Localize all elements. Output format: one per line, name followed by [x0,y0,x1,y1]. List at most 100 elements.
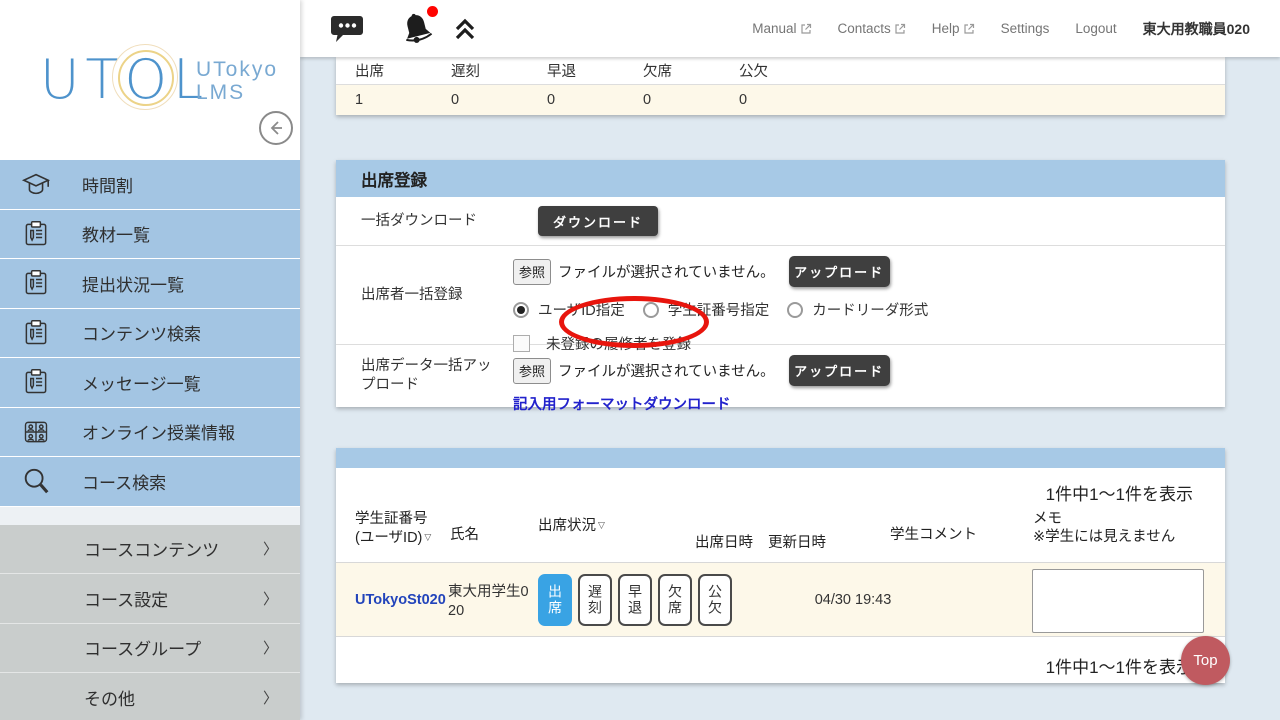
bell-icon[interactable] [398,5,438,48]
radio-button-icon[interactable] [642,301,659,318]
student-id-header-line2: (ユーザID) [355,530,423,546]
status-button-absent[interactable]: 欠席 [658,574,692,626]
contacts-link[interactable]: Contacts [838,21,906,36]
summary-value-present: 1 [355,92,364,108]
clipboard-icon [20,366,52,398]
external-link-icon [963,23,975,35]
attendance-data-upload-row: 出席データ一括アップロード 参照 ファイルが選択されていません。 アップロード … [336,345,1225,413]
sidebar-item-others[interactable]: その他 〉 [0,673,300,720]
clipboard-icon [20,317,52,349]
sidebar-item-course-search[interactable]: コース検索 [0,457,300,507]
logout-link[interactable]: Logout [1075,21,1116,36]
contacts-link-label: Contacts [837,21,891,36]
file-status-text: ファイルが選択されていません。 [558,265,775,281]
summary-header-present: 出席 [355,64,384,80]
sidebar-collapse-button[interactable] [259,111,293,145]
logo-subtitle-line2: LMS [196,81,246,104]
summary-value-absent: 0 [643,92,652,108]
sidebar-sub-nav: コースコンテンツ 〉 コース設定 〉 コースグループ 〉 その他 〉 [0,524,300,720]
external-link-icon [800,23,812,35]
student-id-link[interactable]: UTokyoSt020 [355,592,446,608]
chat-icon[interactable] [330,13,364,45]
format-download-link[interactable]: 記入用フォーマットダウンロード [513,393,731,414]
column-header-attended-at: 出席日時 [695,535,753,551]
bulk-download-label: 一括ダウンロード [361,212,477,229]
column-header-status[interactable]: 出席状況 ▽ [538,516,605,535]
file-status-text: ファイルが選択されていません。 [558,364,775,380]
attendance-summary-table: 出席 遅刻 早退 欠席 公欠 1 0 0 0 0 [336,57,1225,115]
sidebar-item-label: 時間割 [82,176,133,196]
sidebar-item-online-class-info[interactable]: オンライン授業情報 [0,407,300,457]
chevron-right-icon: 〉 [262,689,278,707]
logo-subtitle: UTokyo LMS [196,58,278,104]
sidebar-item-materials[interactable]: 教材一覧 [0,209,300,259]
manual-link[interactable]: Manual [752,21,811,36]
logo-subtitle-line1: UTokyo [196,58,279,81]
browse-button[interactable]: 参照 [513,258,551,285]
status-button-present[interactable]: 出席 [538,574,572,626]
status-header-label: 出席状況 [538,518,596,534]
manual-link-label: Manual [752,21,797,36]
radio-user-id[interactable]: ユーザID指定 [513,299,625,320]
sidebar-item-label: その他 [84,689,135,709]
memo-input[interactable] [1032,569,1204,633]
scroll-to-top-button[interactable]: Top [1181,636,1230,685]
memo-header-line2: ※学生には見えません [1033,529,1176,545]
chevron-right-icon: 〉 [262,590,278,608]
attendance-registration-section: 出席登録 一括ダウンロード ダウンロード 出席者一括登録 参照 ファイルが選択さ… [336,160,1225,413]
radio-button-icon[interactable] [513,301,529,318]
help-link[interactable]: Help [932,21,975,36]
logo-area: UTOL UTokyo LMS [0,0,300,160]
radio-card-reader[interactable]: カードリーダ形式 [787,299,928,320]
bulk-download-row: 一括ダウンロード ダウンロード [336,197,1225,246]
column-header-updated-at: 更新日時 [768,535,826,551]
sidebar-item-label: メッセージ一覧 [82,374,201,394]
sidebar-item-label: コースコンテンツ [84,541,220,561]
status-button-group: 出席 遅刻 早退 欠席 公欠 [538,574,732,626]
browse-button[interactable]: 参照 [513,357,551,384]
sidebar-item-course-settings[interactable]: コース設定 〉 [0,574,300,624]
current-user-name[interactable]: 東大用教職員020 [1143,19,1250,39]
section-title: 出席登録 [336,160,1225,197]
upload-button[interactable]: アップロード [788,256,890,287]
sidebar-item-timetable[interactable]: 時間割 [0,160,300,210]
status-button-early-leave[interactable]: 早退 [618,574,652,626]
status-button-late[interactable]: 遅刻 [578,574,612,626]
sidebar-item-course-contents[interactable]: コースコンテンツ 〉 [0,524,300,574]
sidebar: UTOL UTokyo LMS 時間割 教材一覧 提出状況一覧 コンテンツ検索 … [0,0,300,720]
settings-link-label: Settings [1000,21,1050,36]
settings-link[interactable]: Settings [1001,21,1050,36]
status-button-excused[interactable]: 公欠 [698,574,732,626]
summary-value-early-leave: 0 [547,92,556,108]
collapse-up-icon[interactable] [452,16,478,42]
radio-button-icon[interactable] [787,301,804,318]
download-button[interactable]: ダウンロード [538,206,658,236]
column-header-name: 氏名 [450,527,479,543]
utol-logo[interactable]: UTOL [40,44,209,111]
radio-student-number-label: 学生証番号指定 [667,303,770,319]
sidebar-item-messages[interactable]: メッセージ一覧 [0,358,300,408]
arrow-left-icon [267,119,285,137]
topbar-links: Manual Contacts Help Settings Logout 東大用… [752,19,1280,39]
attendee-bulk-label: 出席者一括登録 [361,286,463,303]
attendance-list-table: 1件中1〜1件を表示 学生証番号 (ユーザID) ▽ 氏名 出席状況 ▽ 出席日時 … [336,448,1225,683]
column-header-student-id[interactable]: 学生証番号 (ユーザID) ▽ [355,510,431,547]
sidebar-item-course-group[interactable]: コースグループ 〉 [0,623,300,673]
sidebar-item-label: コンテンツ検索 [82,325,201,345]
sidebar-item-label: オンライン授業情報 [82,424,235,444]
sidebar-item-content-search[interactable]: コンテンツ検索 [0,308,300,358]
sidebar-main-nav: 時間割 教材一覧 提出状況一覧 コンテンツ検索 メッセージ一覧 オンライン授業情… [0,160,300,507]
table-row: UTokyoSt020 東大用学生020 出席 遅刻 早退 欠席 公欠 04/3… [336,562,1225,637]
result-count-top: 1件中1〜1件を表示 [1045,485,1193,504]
sort-icon[interactable]: ▽ [598,520,605,530]
upload-button[interactable]: アップロード [788,355,890,386]
main-content: 出席 遅刻 早退 欠席 公欠 1 0 0 0 0 出席登録 一括ダウンロード ダ… [300,57,1280,720]
sort-icon[interactable]: ▽ [424,532,431,542]
column-header-student-comment: 学生コメント [890,527,977,543]
summary-value-excused: 0 [739,92,748,108]
radio-student-number[interactable]: 学生証番号指定 [642,299,770,320]
id-type-radio-group: ユーザID指定 学生証番号指定 カードリーダ形式 [513,299,1225,320]
memo-header-line1: メモ [1033,511,1062,527]
result-count-bottom: 1件中1〜1件を表示 [1045,658,1193,677]
sidebar-item-submission-status[interactable]: 提出状況一覧 [0,259,300,309]
